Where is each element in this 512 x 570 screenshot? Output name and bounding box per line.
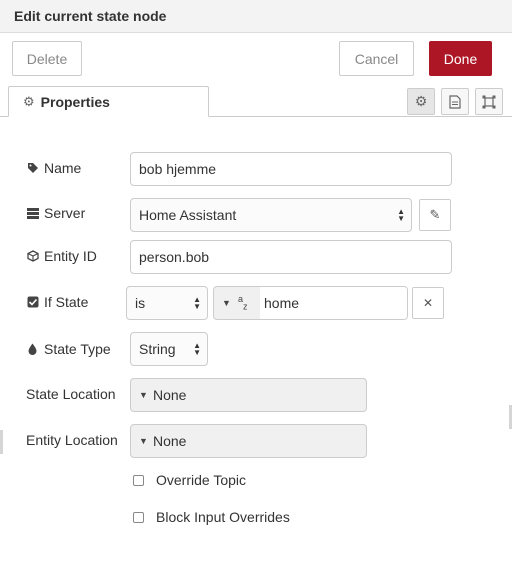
- server-select[interactable]: Home Assistant ▲ ▼: [130, 198, 412, 232]
- state-type-select[interactable]: String ▲ ▼: [130, 332, 208, 366]
- if-state-value: home: [260, 287, 407, 319]
- clear-if-state-button[interactable]: ✕: [412, 287, 444, 319]
- select-arrows-icon: ▲ ▼: [193, 295, 201, 311]
- select-arrows-icon: ▲ ▼: [193, 341, 201, 357]
- caret-down-icon: ▼: [139, 390, 148, 400]
- delete-button[interactable]: Delete: [12, 41, 82, 76]
- node-properties-tab-button[interactable]: ⚙: [407, 88, 435, 115]
- caret-down-icon: ▼: [222, 298, 231, 308]
- state-location-label: State Location: [26, 386, 116, 402]
- state-type-row-label: State Type: [26, 339, 111, 359]
- tag-icon: [26, 162, 39, 174]
- entity-location-select[interactable]: ▼ None: [130, 424, 367, 458]
- block-input-overrides-checkbox[interactable]: [133, 512, 144, 523]
- tab-properties[interactable]: ⚙ Properties: [8, 86, 209, 117]
- gear-icon: ⚙: [414, 93, 428, 109]
- state-location-select[interactable]: ▼ None: [130, 378, 367, 412]
- entity-id-input[interactable]: person.bob: [130, 240, 452, 274]
- name-label: Name: [44, 160, 82, 176]
- entity-location-value: None: [153, 433, 187, 449]
- name-row-label: Name: [26, 158, 81, 178]
- server-select-value: Home Assistant: [139, 207, 237, 223]
- if-state-operator-value: is: [135, 295, 146, 311]
- if-state-typed-input[interactable]: ▼ az home: [213, 286, 408, 320]
- override-topic-label: Override Topic: [156, 472, 247, 488]
- if-state-row-label: If State: [26, 292, 88, 312]
- close-icon: ✕: [422, 296, 434, 310]
- entity-id-row-label: Entity ID: [26, 246, 97, 266]
- cancel-button[interactable]: Cancel: [339, 41, 414, 76]
- pencil-icon: ✎: [429, 207, 441, 222]
- block-input-overrides-label: Block Input Overrides: [156, 509, 290, 525]
- checked-box-icon: [26, 296, 39, 308]
- left-resize-handle[interactable]: [0, 430, 3, 454]
- done-button[interactable]: Done: [429, 41, 492, 76]
- appearance-tab-button[interactable]: [475, 88, 503, 115]
- server-icon: [26, 207, 39, 219]
- state-type-value: String: [139, 341, 176, 357]
- if-state-operator-select[interactable]: is ▲ ▼: [126, 286, 208, 320]
- server-label: Server: [44, 205, 86, 221]
- dialog-title: Edit current state node: [0, 0, 512, 33]
- override-topic-checkbox[interactable]: [133, 475, 144, 486]
- entity-location-label: Entity Location: [26, 432, 118, 448]
- frame-icon: [482, 95, 496, 108]
- caret-down-icon: ▼: [139, 436, 148, 446]
- entity-id-label: Entity ID: [44, 248, 97, 264]
- name-input[interactable]: bob hjemme: [130, 152, 452, 186]
- server-row-label: Server: [26, 203, 85, 223]
- state-type-label: State Type: [44, 341, 111, 357]
- document-icon: [449, 94, 461, 109]
- description-tab-button[interactable]: [441, 88, 469, 115]
- cube-icon: [26, 250, 39, 262]
- gear-icon: ⚙: [23, 93, 35, 109]
- drop-icon: [26, 343, 39, 355]
- select-arrows-icon: ▲ ▼: [397, 207, 405, 223]
- if-state-label: If State: [44, 294, 89, 310]
- edit-server-button[interactable]: ✎: [419, 199, 451, 231]
- tab-properties-label: Properties: [40, 93, 110, 110]
- state-location-value: None: [153, 387, 187, 403]
- string-type-icon: az: [238, 293, 248, 312]
